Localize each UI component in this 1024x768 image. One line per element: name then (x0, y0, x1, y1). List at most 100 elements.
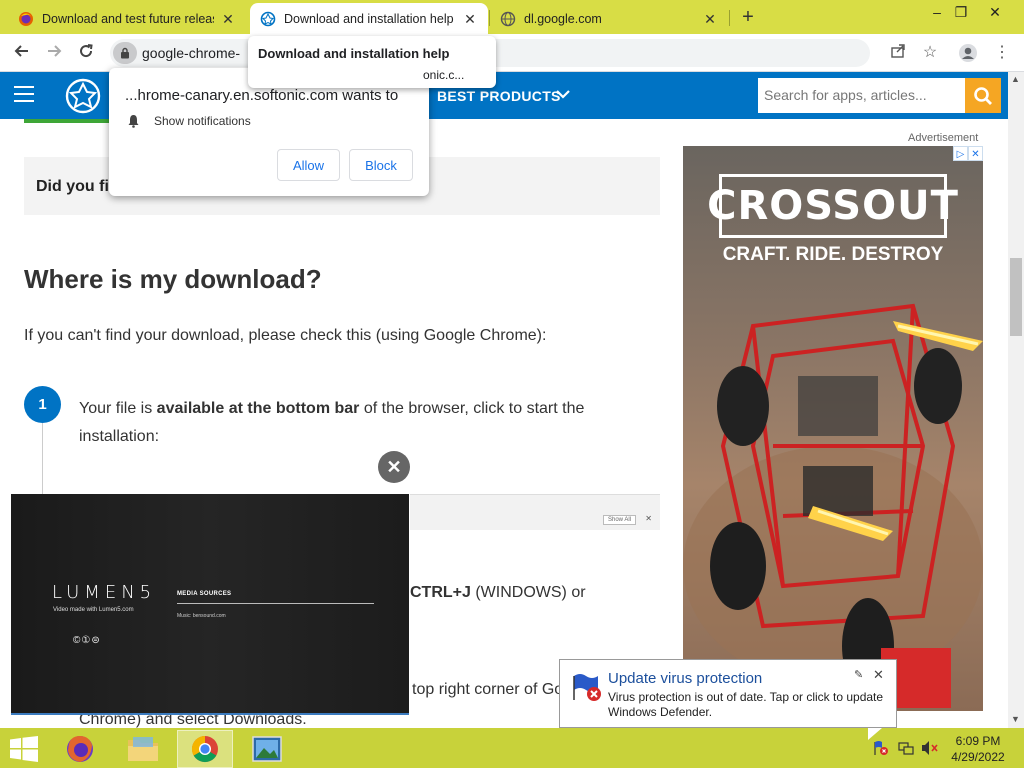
callout-text: Did you fi (36, 178, 109, 195)
download-bar-image: Show All ✕ (410, 494, 660, 530)
green-button-edge[interactable] (24, 119, 116, 123)
folder-icon (128, 737, 158, 761)
step-1-text: Your file is available at the bottom bar… (79, 395, 639, 451)
hamburger-menu-icon[interactable] (14, 86, 34, 104)
taskbar-firefox[interactable] (52, 730, 108, 768)
ad-choices[interactable]: ▷ ✕ (953, 146, 983, 161)
lumen5-subtitle: Video made with Lumen5.com (53, 607, 134, 613)
intro-text: If you can't find your download, please … (24, 327, 547, 344)
restore-button[interactable]: ❐ (946, 2, 976, 24)
site-search-input[interactable]: Search for apps, articles... (758, 78, 966, 113)
tab-firefox-releases[interactable]: Download and test future releas ✕ (8, 3, 246, 34)
lock-icon[interactable] (113, 42, 137, 64)
best-products-nav[interactable]: BEST PRODUCTS (437, 88, 561, 104)
chevron-down-icon[interactable] (556, 86, 570, 102)
taskbar-image-viewer[interactable] (239, 730, 295, 768)
step-number: 1 (24, 386, 61, 423)
clock-date: 4/29/2022 (951, 750, 1005, 764)
step-text-bold: available at the bottom bar (156, 400, 360, 417)
ad-title: CROSSOUT (707, 183, 959, 229)
search-icon (974, 86, 992, 105)
scroll-up-arrow-icon[interactable]: ▲ (1011, 74, 1020, 84)
globe-icon (500, 11, 516, 27)
adchoices-icon[interactable]: ▷ (953, 146, 968, 161)
url-text[interactable]: google-chrome- (142, 45, 240, 61)
video-player[interactable]: LUMEN5 Video made with Lumen5.com ©①⊜ ME… (11, 494, 409, 715)
scroll-thumb[interactable] (1010, 258, 1022, 336)
windows-logo-icon (10, 736, 38, 762)
permission-item-label: Show notifications (154, 114, 251, 128)
allow-button[interactable]: Allow (277, 149, 340, 181)
forward-button[interactable] (43, 42, 65, 64)
back-arrow-icon (14, 45, 28, 57)
reload-icon (80, 44, 93, 58)
permission-title: ...hrome-canary.en.softonic.com wants to (125, 87, 399, 104)
music-credit: Music: bensound.com (177, 613, 226, 619)
step-text-pre: Your file is (79, 400, 157, 417)
close-window-button[interactable]: ✕ (980, 2, 1010, 24)
shortcut-bold: CTRL+J (410, 584, 471, 601)
close-tab-icon[interactable]: ✕ (702, 11, 718, 27)
pin-icon[interactable]: ✎ (854, 668, 863, 681)
kebab-menu-icon[interactable]: ⋮ (992, 43, 1012, 63)
tab-title: Download and test future releas (42, 11, 214, 26)
reload-button[interactable] (75, 42, 97, 64)
scroll-down-arrow-icon[interactable]: ▼ (1011, 714, 1020, 724)
forward-arrow-icon (48, 45, 62, 57)
star-icon[interactable]: ☆ (920, 43, 940, 63)
hover-card-url: onic.c... (423, 68, 465, 82)
ad-tagline: CRAFT. RIDE. DESTROY (722, 244, 944, 265)
taskbar-file-explorer[interactable] (115, 730, 171, 768)
close-icon[interactable]: ✕ (873, 667, 884, 683)
flag-warning-icon (573, 674, 601, 701)
softonic-logo[interactable] (64, 78, 102, 114)
divider (177, 603, 374, 604)
firefox-icon (67, 736, 93, 762)
close-video-button[interactable]: ✕ (378, 451, 410, 483)
step-line (42, 423, 43, 503)
advertisement-label: Advertisement (908, 132, 979, 144)
network-icon[interactable] (897, 740, 915, 756)
vertical-scrollbar[interactable]: ▲ ▼ (1008, 72, 1024, 728)
firefox-icon (18, 11, 34, 27)
notification-body: Virus protection is out of date. Tap or … (608, 690, 884, 719)
close-icon: ✕ (645, 514, 652, 523)
softonic-icon (260, 11, 276, 27)
share-icon[interactable] (888, 43, 908, 63)
back-button[interactable] (11, 42, 33, 64)
notification-tail (868, 728, 882, 740)
show-all-button: Show All (602, 515, 636, 525)
taskbar-chrome[interactable] (177, 730, 233, 768)
chrome-icon (191, 735, 218, 763)
defender-notification[interactable]: Update virus protection Virus protection… (559, 659, 897, 740)
system-clock[interactable]: 6:09 PM 4/29/2022 (948, 733, 1008, 765)
defender-warning-icon[interactable] (872, 740, 890, 756)
volume-muted-icon[interactable] (921, 740, 939, 756)
page-heading: Where is my download? (24, 264, 322, 294)
hover-card-title: Download and installation help (258, 46, 450, 61)
crossout-ad[interactable]: ▷ ✕ CROSSOUT CRAFT. RIDE. DESTROY (683, 146, 983, 711)
start-button[interactable] (10, 736, 38, 762)
browser-toolbar: google-chrome- ☆ ⋮ (0, 34, 1024, 72)
media-sources-title: MEDIA SOURCES (177, 591, 232, 597)
tab-download-help[interactable]: Download and installation help ✕ (250, 3, 488, 34)
tab-strip: Download and test future releas ✕ Downlo… (0, 0, 1024, 34)
profile-icon[interactable] (958, 43, 978, 63)
search-button[interactable] (965, 78, 1001, 113)
step-2-text: CTRL+J (WINDOWS) or (410, 584, 586, 602)
tab-title: Download and installation help (284, 11, 454, 26)
tab-dl-google[interactable]: dl.google.com ✕ (490, 3, 728, 34)
new-tab-button[interactable]: + (737, 7, 759, 29)
close-ad-icon[interactable]: ✕ (968, 146, 983, 161)
clock-time: 6:09 PM (955, 734, 1001, 748)
close-tab-icon[interactable]: ✕ (462, 11, 478, 27)
creative-commons-icon: ©①⊜ (73, 635, 101, 646)
photos-icon (252, 736, 282, 762)
bell-icon (128, 115, 139, 128)
block-button[interactable]: Block (349, 149, 413, 181)
step-3-text: top right corner of Go (412, 681, 564, 698)
notification-title: Update virus protection (608, 670, 763, 687)
close-tab-icon[interactable]: ✕ (220, 11, 236, 27)
shortcut-rest: (WINDOWS) or (470, 584, 586, 601)
tab-separator (729, 10, 730, 26)
